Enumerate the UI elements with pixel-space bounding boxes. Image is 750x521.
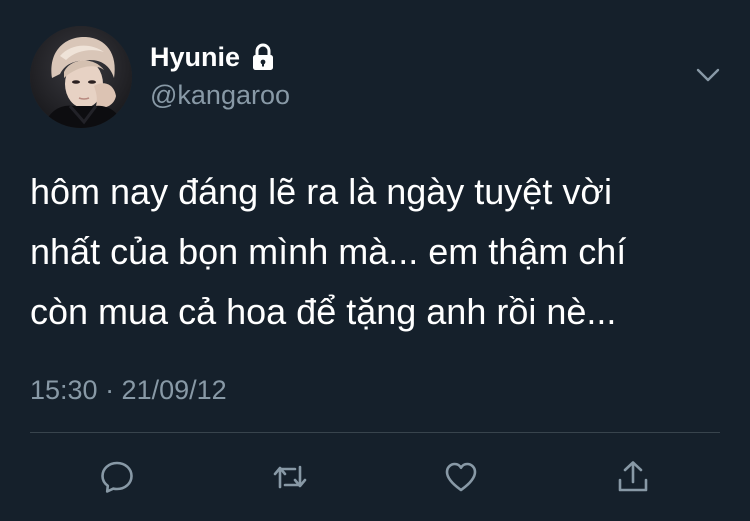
- heart-icon: [445, 462, 477, 492]
- tweet-text: hôm nay đáng lẽ ra là ngày tuyệt vời nhấ…: [30, 162, 720, 342]
- author-display-name[interactable]: Hyunie: [150, 40, 276, 74]
- action-bar: [0, 456, 750, 498]
- share-icon: [618, 461, 648, 492]
- tweet-timestamp[interactable]: 15:30 · 21/09/12: [30, 370, 227, 410]
- author-name[interactable]: Hyunie: [150, 40, 240, 74]
- avatar[interactable]: [30, 26, 132, 128]
- reply-icon: [101, 461, 133, 493]
- tweet-text-line: nhất của bọn mình mà... em thậm chí: [30, 231, 627, 272]
- tweet-card: Hyunie @kangaroo hôm nay đáng lẽ ra là n…: [0, 0, 750, 521]
- avatar-photo: [30, 26, 132, 128]
- tweet-text-line: còn mua cả hoa để tặng anh rồi nè...: [30, 291, 617, 332]
- reply-button[interactable]: [96, 456, 138, 498]
- divider: [30, 432, 720, 433]
- tweet-text-line: hôm nay đáng lẽ ra là ngày tuyệt vời: [30, 171, 612, 212]
- retweet-icon: [273, 465, 307, 489]
- chevron-down-icon[interactable]: [693, 60, 723, 90]
- like-button[interactable]: [440, 456, 482, 498]
- author-handle[interactable]: @kangaroo: [150, 78, 290, 112]
- share-button[interactable]: [612, 456, 654, 498]
- retweet-button[interactable]: [269, 456, 311, 498]
- lock-icon: [253, 43, 274, 70]
